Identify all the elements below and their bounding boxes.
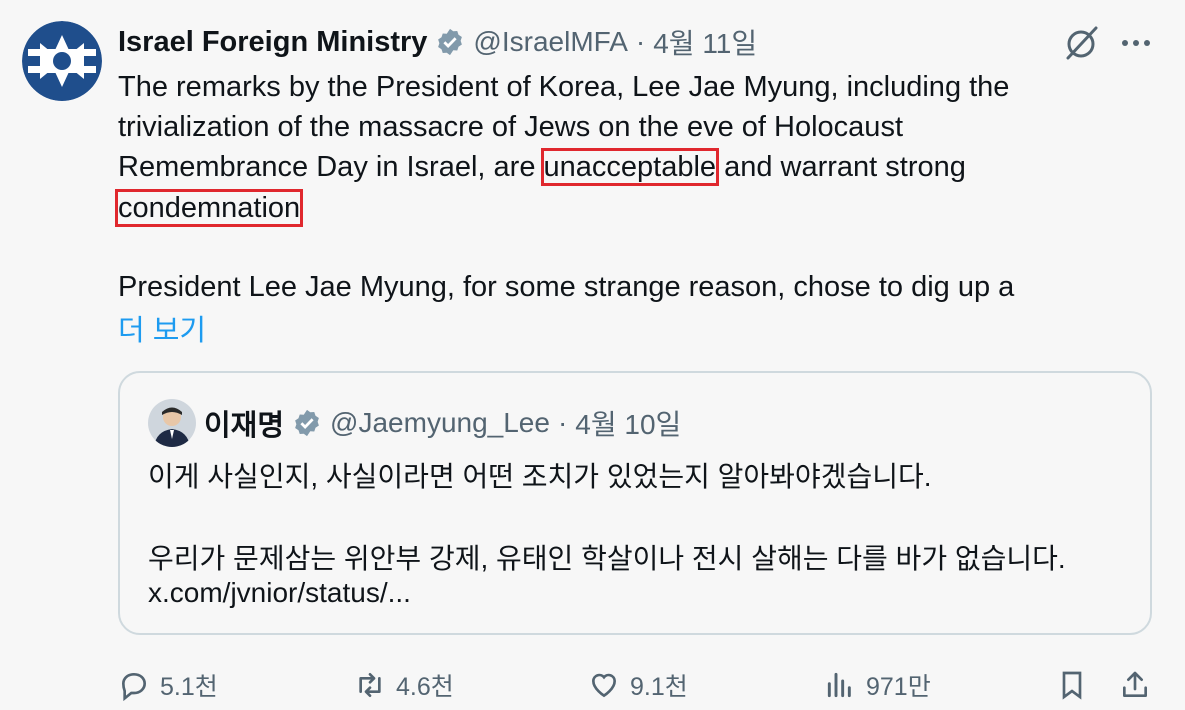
tweet-paragraph-2: President Lee Jae Myung, for some strang… <box>118 271 1015 303</box>
quoted-tweet[interactable]: 이재명 @Jaemyung_Lee · 4월 10일 이게 사실인지, 사실이라… <box>118 371 1152 635</box>
highlight-box-condemnation: condemnation <box>114 189 304 227</box>
quote-author-handle[interactable]: @Jaemyung_Lee <box>330 407 550 439</box>
verified-icon <box>435 27 465 57</box>
tweet-text-line: trivialization of the massacre of Jews o… <box>118 111 903 143</box>
like-button[interactable]: 9.1천 <box>588 663 688 707</box>
quote-author-name[interactable]: 이재명 <box>204 402 284 444</box>
reply-button[interactable]: 5.1천 <box>118 663 218 707</box>
views-icon <box>827 672 851 698</box>
views-button[interactable]: 971만 <box>824 663 931 707</box>
quote-link[interactable]: x.com/jvnior/status/... <box>148 577 411 609</box>
verified-icon <box>292 408 322 438</box>
share-button[interactable] <box>1119 663 1161 707</box>
like-icon <box>591 673 617 698</box>
repost-count: 4.6천 <box>396 673 454 701</box>
quote-text-line: 우리가 문제삼는 위안부 강제, 유태인 학살이나 전시 살해는 다를 바가 없… <box>148 543 1066 574</box>
more-icon[interactable] <box>1117 28 1157 58</box>
repost-button[interactable]: 4.6천 <box>354 663 454 707</box>
tweet-text-line: The remarks by the President of Korea, L… <box>118 71 1010 103</box>
quote-date[interactable]: 4월 10일 <box>575 403 681 443</box>
text-segment: Remembrance Day in Israel, are <box>118 151 544 183</box>
tweet-date[interactable]: 4월 11일 <box>653 22 757 62</box>
views-count: 971만 <box>866 673 931 701</box>
bookmark-button[interactable] <box>1056 663 1098 707</box>
mfa-logo-icon <box>22 21 102 101</box>
quote-text-line: 이게 사실인지, 사실이라면 어떤 조치가 있었는지 알아봐야겠습니다. <box>148 461 932 492</box>
separator-dot: · <box>635 26 646 57</box>
share-icon <box>1123 671 1147 697</box>
bookmark-icon <box>1062 671 1082 700</box>
tweet-text-line: Remembrance Day in Israel, are unaccepta… <box>118 147 1168 187</box>
separator-dot: · <box>557 407 568 438</box>
like-count: 9.1천 <box>630 673 688 701</box>
text-segment: and warrant strong <box>716 151 966 183</box>
reply-count: 5.1천 <box>160 673 218 701</box>
author-handle[interactable]: @IsraelMFA <box>473 26 627 58</box>
show-more-link[interactable]: 더 보기 <box>118 307 206 349</box>
tweet-text-line: condemnation <box>114 188 1168 228</box>
quote-header: 이재명 @Jaemyung_Lee · 4월 10일 <box>148 399 681 447</box>
tweet-header: Israel Foreign Ministry @IsraelMFA · 4월 … <box>118 22 757 62</box>
reply-icon <box>121 672 147 701</box>
repost-icon <box>359 673 381 697</box>
author-avatar[interactable] <box>22 21 102 101</box>
highlight-box-unacceptable: unacceptable <box>540 148 720 186</box>
author-name[interactable]: Israel Foreign Ministry <box>118 26 427 59</box>
grok-icon[interactable] <box>1063 24 1101 62</box>
quote-author-avatar[interactable] <box>148 399 196 447</box>
action-bar: 5.1천 4.6천 9.1천 971만 <box>0 663 1185 707</box>
